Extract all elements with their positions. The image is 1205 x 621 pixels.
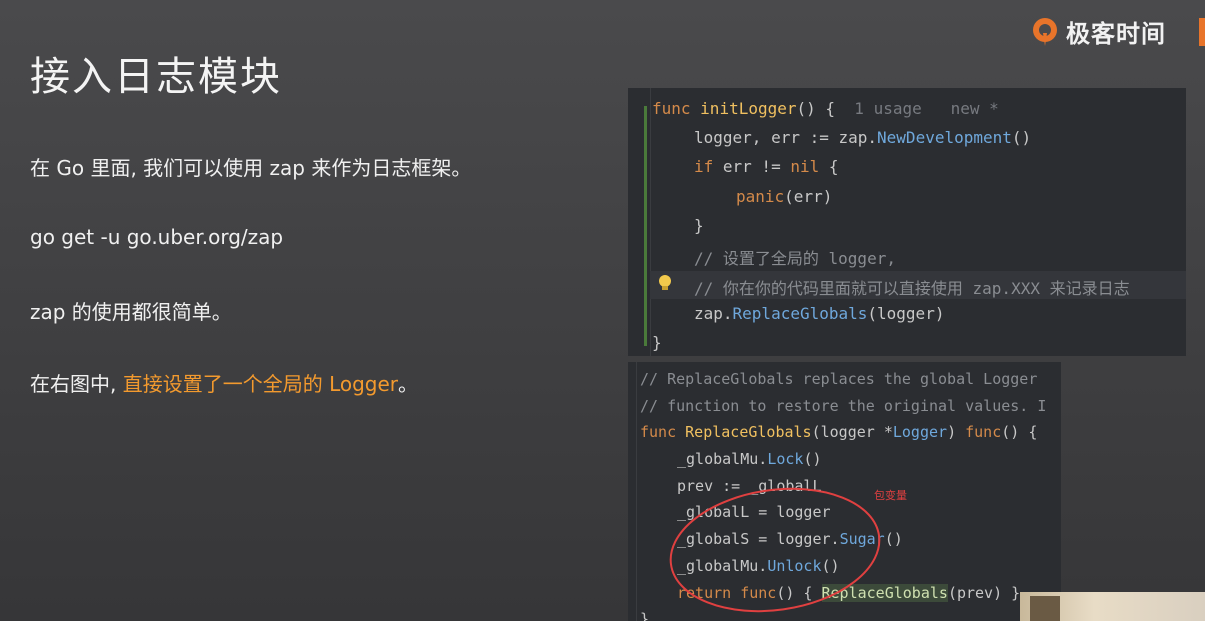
- editor-gutter: [628, 88, 651, 356]
- brand-tail-mark: [1199, 18, 1205, 46]
- webcam-detail: [1030, 596, 1060, 621]
- code-panel-init-logger: func initLogger() { 1 usage new * logger…: [628, 88, 1186, 356]
- bullet-zap-simple: zap 的使用都很简单。: [30, 300, 232, 324]
- code-line: zap.ReplaceGlobals(logger): [694, 304, 945, 323]
- brand: 极客时间: [1030, 14, 1166, 49]
- code-line: }: [640, 610, 650, 621]
- bullet-suffix: 。: [398, 372, 419, 396]
- code-line: logger, err := zap.NewDevelopment(): [694, 128, 1032, 147]
- code-line: panic(err): [736, 187, 833, 206]
- bullet-highlight: 直接设置了一个全局的 Logger: [122, 372, 399, 396]
- code-line: func initLogger() { 1 usage new *: [652, 99, 999, 118]
- code-comment: // ReplaceGlobals replaces the global Lo…: [640, 370, 1038, 388]
- lightbulb-icon[interactable]: [658, 274, 672, 292]
- annotation-note: 包变量: [874, 489, 907, 502]
- bullet-prefix: 在右图中,: [30, 372, 123, 396]
- editor-gutter: [628, 362, 637, 621]
- code-comment: // 你在你的代码里面就可以直接使用 zap.XXX 来记录日志: [694, 279, 1130, 298]
- slide-title: 接入日志模块: [30, 54, 282, 100]
- brand-name: 极客时间: [1066, 20, 1166, 48]
- code-line: _globalMu.Lock(): [677, 450, 822, 468]
- code-line: }: [694, 216, 704, 235]
- bullet-global-logger: 在右图中, 直接设置了一个全局的 Logger。: [30, 368, 418, 397]
- code-comment: // function to restore the original valu…: [640, 397, 1047, 415]
- bullet-go-get: go get -u go.uber.org/zap: [30, 225, 284, 249]
- code-line: }: [652, 333, 662, 352]
- annotation-circle: [669, 487, 881, 613]
- geektime-logo-icon: [1033, 17, 1057, 46]
- bullet-zap-intro: 在 Go 里面, 我们可以使用 zap 来作为日志框架。: [30, 156, 472, 180]
- code-line: func ReplaceGlobals(logger *Logger) func…: [640, 423, 1038, 441]
- change-marker: [644, 106, 647, 346]
- code-comment: // 设置了全局的 logger,: [694, 249, 896, 268]
- code-line: if err != nil {: [694, 157, 839, 176]
